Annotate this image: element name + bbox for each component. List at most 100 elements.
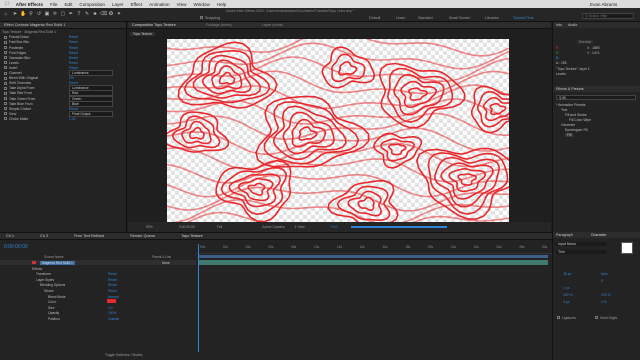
menu-help[interactable]: Help bbox=[217, 2, 226, 7]
font-family-select[interactable]: Input Mono bbox=[556, 242, 606, 246]
home-icon[interactable]: ⌂ bbox=[3, 11, 9, 18]
tab-info[interactable]: Info bbox=[556, 23, 562, 27]
menu-edit[interactable]: Edit bbox=[64, 2, 72, 7]
roto-tool-icon[interactable]: ✪ bbox=[108, 11, 114, 18]
fill-stroke-swatch[interactable] bbox=[621, 242, 633, 254]
zoom-tool-icon[interactable]: ⚲ bbox=[28, 11, 34, 18]
property-row[interactable]: Stroke Reset bbox=[0, 288, 196, 293]
tab-footage[interactable]: Footage (none) bbox=[206, 23, 232, 27]
effect-toggle[interactable] bbox=[4, 107, 7, 111]
camera-tool-icon[interactable]: ▣ bbox=[44, 11, 50, 18]
menu-window[interactable]: Window bbox=[193, 2, 209, 7]
snapping-checkbox[interactable] bbox=[200, 16, 203, 19]
workspace-small-screen[interactable]: Small Screen bbox=[449, 16, 470, 20]
effect-controls-tab[interactable]: Effect Controls Magenta Red Solid 1 bbox=[0, 22, 126, 29]
layer-row[interactable]: Magenta Red Solid 1 None bbox=[0, 260, 196, 266]
vertical-scale-value[interactable]: 100 % bbox=[563, 293, 573, 297]
apple-icon[interactable]:  bbox=[5, 1, 9, 7]
search-help-field[interactable]: ⚲ Search Help bbox=[582, 13, 634, 19]
effect-value[interactable]: Reset bbox=[69, 56, 78, 60]
timeline-timecode[interactable]: 0:00:00:00 bbox=[4, 244, 28, 250]
camera-select[interactable]: Active Camera bbox=[262, 225, 284, 229]
brush-tool-icon[interactable]: ✎ bbox=[84, 11, 90, 18]
effect-toggle[interactable] bbox=[4, 86, 7, 90]
preset-item[interactable]: Fill and Stroke bbox=[565, 113, 587, 117]
property-row[interactable]: Position Outside bbox=[0, 316, 196, 321]
work-area-bar[interactable] bbox=[198, 255, 548, 258]
effects-search-field[interactable]: ⚲ fill bbox=[556, 95, 636, 100]
property-row[interactable]: Layer Styles Reset bbox=[0, 277, 196, 282]
layer-name[interactable]: Magenta Red Solid 1 bbox=[40, 260, 75, 265]
effect-row[interactable]: Find Edges Reset bbox=[2, 50, 124, 55]
leading-value[interactable]: Auto bbox=[601, 272, 608, 276]
effect-toggle[interactable] bbox=[4, 97, 7, 101]
tab-ch2[interactable]: Ch 2 bbox=[40, 234, 48, 238]
effect-toggle[interactable] bbox=[4, 40, 7, 44]
effect-row[interactable]: View Final Output bbox=[2, 110, 124, 117]
tab-flow-text[interactable]: Flow Text Refined bbox=[74, 234, 104, 238]
effect-row[interactable]: Channel Luminance bbox=[2, 70, 124, 77]
property-value[interactable]: Reset bbox=[108, 278, 117, 282]
property-row[interactable]: Opacity 100% bbox=[0, 311, 196, 316]
zoom-level[interactable]: 50% bbox=[146, 225, 153, 229]
effect-toggle[interactable] bbox=[4, 81, 7, 85]
tab-ch1[interactable]: Ch 1 bbox=[6, 234, 14, 238]
effect-row[interactable]: Posterize Reset bbox=[2, 45, 124, 50]
preview-tab[interactable]: Preview bbox=[577, 40, 594, 44]
preset-item[interactable]: Generate bbox=[561, 123, 575, 127]
preset-item[interactable]: Fill bbox=[565, 133, 574, 137]
snapping-toggle[interactable]: Snapping bbox=[198, 16, 220, 20]
effect-toggle[interactable] bbox=[4, 91, 7, 95]
effect-toggle[interactable] bbox=[4, 51, 7, 55]
property-row[interactable]: Color bbox=[0, 300, 196, 305]
resolution-select[interactable]: Full bbox=[217, 225, 222, 229]
playhead[interactable] bbox=[198, 244, 199, 352]
effects-presets-tab[interactable]: Effects & Presets bbox=[553, 86, 640, 92]
app-menu[interactable]: After Effects bbox=[16, 2, 43, 7]
eraser-tool-icon[interactable]: ⌫ bbox=[100, 11, 107, 18]
color-swatch[interactable] bbox=[107, 299, 116, 303]
property-row[interactable]: Size 3.0 bbox=[0, 305, 196, 310]
preset-item[interactable]: * Animation Presets bbox=[556, 103, 586, 107]
tab-topo-texture[interactable]: Topo Texture bbox=[181, 234, 203, 238]
tracking-value[interactable]: 0 bbox=[601, 279, 603, 283]
comp-viewer[interactable] bbox=[167, 39, 509, 225]
effect-toggle[interactable] bbox=[4, 76, 7, 80]
hindi-digits-checkbox[interactable]: Hindi Digits bbox=[593, 316, 617, 320]
tab-render-queue[interactable]: Render Queue bbox=[130, 234, 155, 238]
tab-layer[interactable]: Layer (none) bbox=[262, 23, 284, 27]
tab-character[interactable]: Character bbox=[591, 233, 607, 237]
preset-item[interactable]: Fill Color Wipe bbox=[569, 118, 591, 122]
effect-toggle[interactable] bbox=[4, 102, 7, 106]
effect-value[interactable]: Reset bbox=[69, 61, 78, 65]
effect-toggle[interactable] bbox=[4, 61, 7, 65]
effect-toggle[interactable] bbox=[4, 35, 7, 39]
effect-value[interactable]: 1.00 bbox=[69, 117, 76, 121]
workspace-standard[interactable]: Standard bbox=[418, 16, 433, 20]
timeline-footer[interactable]: Toggle Switches / Modes bbox=[105, 353, 143, 357]
effect-value[interactable]: 0% bbox=[69, 76, 74, 80]
property-row[interactable]: Transform Reset bbox=[0, 272, 196, 277]
preset-item[interactable]: Text bbox=[561, 108, 567, 112]
property-value[interactable]: 100% bbox=[108, 311, 116, 315]
workspace-learn[interactable]: Learn bbox=[396, 16, 405, 20]
menu-file[interactable]: File bbox=[50, 2, 57, 7]
effect-toggle[interactable] bbox=[4, 71, 7, 75]
effect-toggle[interactable] bbox=[4, 66, 7, 70]
tab-paragraph[interactable]: Paragraph bbox=[556, 233, 573, 237]
effect-toggle[interactable] bbox=[4, 56, 7, 60]
effect-value[interactable]: Reset bbox=[69, 35, 78, 39]
menu-effect[interactable]: Effect bbox=[130, 2, 142, 7]
ligatures-checkbox[interactable]: Ligatures bbox=[555, 316, 576, 320]
baseline-shift-value[interactable]: 0 px bbox=[563, 300, 569, 304]
effect-row[interactable]: Take Blue From Blue bbox=[2, 100, 124, 107]
hindi-check[interactable] bbox=[595, 316, 598, 319]
puppet-tool-icon[interactable]: ✦ bbox=[116, 11, 122, 18]
tab-audio[interactable]: Audio bbox=[568, 23, 577, 27]
workspace-default[interactable]: Default bbox=[369, 16, 380, 20]
effect-row[interactable]: Gaussian Blur Reset bbox=[2, 55, 124, 60]
property-value[interactable]: Outside bbox=[108, 317, 119, 321]
effect-toggle[interactable] bbox=[4, 46, 7, 50]
menu-layer[interactable]: Layer bbox=[112, 2, 124, 7]
property-value[interactable]: Reset bbox=[108, 272, 117, 276]
